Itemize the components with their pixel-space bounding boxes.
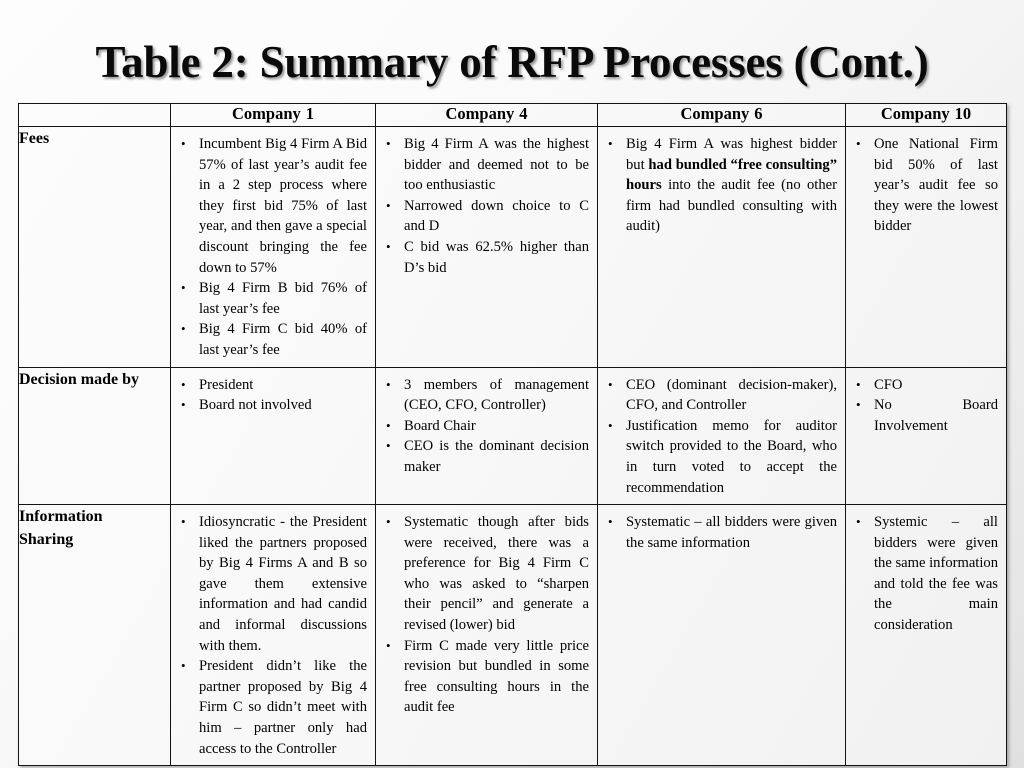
- table-container: Company 1 Company 4 Company 6 Company 10 Fee…: [18, 103, 1007, 767]
- column-header-company-4: Company 4: [375, 103, 598, 127]
- list-item: CFO: [854, 375, 998, 396]
- column-header-number: 10: [954, 104, 972, 123]
- row-label-line: Sharing: [19, 531, 74, 549]
- list-item: C bid was 62.5% higher than D’s bid: [384, 237, 589, 278]
- bullet-list: CEO (dominant decision-maker), CFO, and …: [598, 368, 845, 505]
- bullet-list: Idiosyncratic - the President liked the …: [171, 505, 375, 765]
- list-item: Systematic – all bidders were given the …: [606, 512, 837, 553]
- bullet-list: Systemic – all bidders were given the sa…: [846, 505, 1006, 642]
- list-item: No Board Involvement: [854, 395, 998, 436]
- column-header-number: 4: [519, 104, 528, 123]
- list-item: President didn’t like the partner propos…: [179, 656, 367, 759]
- cell-fees-company-1: Incumbent Big 4 Firm A Bid 57% of last y…: [170, 126, 376, 368]
- list-item: Big 4 Firm B bid 76% of last year’s fee: [179, 278, 367, 319]
- list-item: Systematic though after bids were receiv…: [384, 512, 589, 636]
- cell-information-company-1: Idiosyncratic - the President liked the …: [170, 504, 376, 767]
- cell-decision-company-4: 3 members of management (CEO, CFO, Contr…: [375, 366, 598, 506]
- row-label-fees: Fees: [18, 126, 171, 368]
- column-header-number: 1: [305, 104, 314, 123]
- list-item: Big 4 Firm A was the highest bidder and …: [384, 134, 589, 196]
- table-row-fees: Fees Incumbent Big 4 Firm A Bid 57% of l…: [18, 126, 1007, 368]
- bullet-list: Systematic though after bids were receiv…: [376, 505, 597, 724]
- list-item: One National Firm bid 50% of last year’s…: [854, 134, 998, 237]
- list-item: 3 members of management (CEO, CFO, Contr…: [384, 375, 589, 416]
- cell-decision-company-6: CEO (dominant decision-maker), CFO, and …: [597, 366, 846, 506]
- list-item: CEO is the dominant decision maker: [384, 436, 589, 477]
- list-item: Narrowed down choice to C and D: [384, 196, 589, 237]
- cell-decision-company-1: PresidentBoard not involved: [170, 366, 376, 506]
- list-item: Big 4 Firm C bid 40% of last year’s fee: [179, 319, 367, 360]
- list-item: Systemic – all bidders were given the sa…: [854, 512, 998, 636]
- cell-fees-company-10: One National Firm bid 50% of last year’s…: [845, 126, 1007, 368]
- bullet-list: Big 4 Firm A was the highest bidder and …: [376, 127, 597, 284]
- list-item: Firm C made very little price revision b…: [384, 636, 589, 718]
- list-item: Board not involved: [179, 395, 367, 416]
- column-header-company-1: Company 1: [170, 103, 376, 127]
- cell-information-company-10: Systemic – all bidders were given the sa…: [845, 504, 1007, 767]
- cell-fees-company-6: Big 4 Firm A was highest bidder but had …: [597, 126, 846, 368]
- page-title: Table 2: Summary of RFP Processes (Cont.…: [95, 37, 929, 87]
- list-item: Board Chair: [384, 416, 589, 437]
- cell-decision-company-10: CFONo Board Involvement: [845, 366, 1007, 506]
- cell-fees-company-4: Big 4 Firm A was the highest bidder and …: [375, 126, 598, 368]
- row-label-line: Decision made by: [19, 370, 139, 388]
- cell-information-company-4: Systematic though after bids were receiv…: [375, 504, 598, 767]
- column-header-label: Company: [680, 104, 750, 123]
- list-item: Justification memo for auditor switch pr…: [606, 416, 837, 498]
- bullet-list: 3 members of management (CEO, CFO, Contr…: [376, 368, 597, 484]
- column-header-label: Company: [880, 104, 950, 123]
- bullet-list: Incumbent Big 4 Firm A Bid 57% of last y…: [171, 127, 375, 367]
- column-header-number: 6: [754, 104, 763, 123]
- list-item: Big 4 Firm A was highest bidder but had …: [606, 134, 837, 237]
- list-item: Idiosyncratic - the President liked the …: [179, 512, 367, 656]
- bullet-list: PresidentBoard not involved: [171, 368, 375, 422]
- rfp-summary-table: Company 1 Company 4 Company 6 Company 10 Fee…: [18, 103, 1007, 767]
- list-item: CEO (dominant decision-maker), CFO, and …: [606, 375, 837, 416]
- column-header-label: Company: [445, 104, 515, 123]
- cell-information-company-6: Systematic – all bidders were given the …: [597, 504, 846, 767]
- bullet-list: CFONo Board Involvement: [846, 368, 1006, 443]
- table-row-information-sharing: Information Sharing Idiosyncratic - the …: [18, 504, 1007, 767]
- column-header-label: Company: [231, 104, 301, 123]
- column-header-company-6: Company 6: [597, 103, 846, 127]
- table-row-decision-made-by: Decision made by PresidentBoard not invo…: [18, 366, 1007, 506]
- table-corner-cell: [18, 103, 171, 127]
- bullet-list: Big 4 Firm A was highest bidder but had …: [598, 127, 845, 243]
- bullet-list: Systematic – all bidders were given the …: [598, 505, 845, 559]
- row-label-line: Fees: [19, 130, 50, 147]
- list-item: President: [179, 375, 367, 396]
- bullet-list: One National Firm bid 50% of last year’s…: [846, 127, 1006, 243]
- row-label-information-sharing: Information Sharing: [18, 504, 171, 767]
- row-label-decision-made-by: Decision made by: [18, 366, 171, 506]
- column-header-company-10: Company 10: [845, 103, 1007, 127]
- table-header-row: Company 1 Company 4 Company 6 Company 10: [18, 103, 1007, 127]
- row-label-line: Information: [19, 508, 103, 526]
- list-item: Incumbent Big 4 Firm A Bid 57% of last y…: [179, 134, 367, 278]
